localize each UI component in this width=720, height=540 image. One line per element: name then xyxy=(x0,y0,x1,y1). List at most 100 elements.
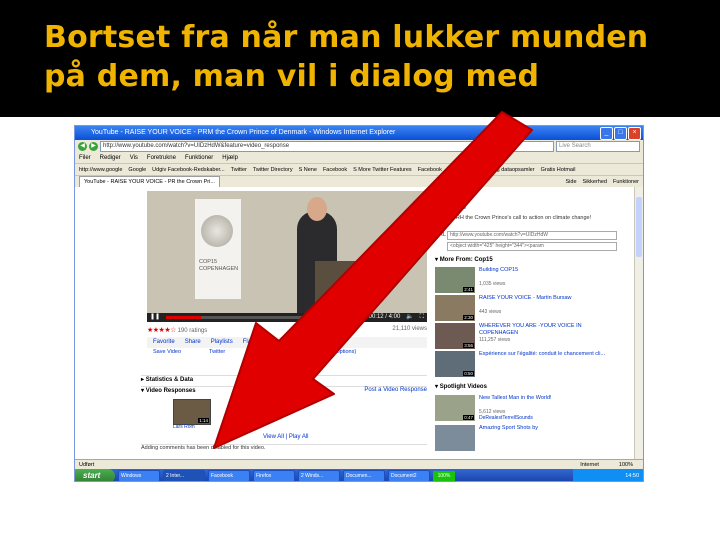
pause-icon[interactable]: ❚❚ xyxy=(150,313,160,322)
save-video-link[interactable]: Save Video xyxy=(153,349,181,355)
taskbar-item[interactable]: Windows xyxy=(118,470,160,481)
taskbar-progress: 100% xyxy=(433,471,455,481)
favorite-link[interactable]: Udgiv Facebook-Redskaber... xyxy=(152,164,224,175)
uploader[interactable]: From: cop15 xyxy=(435,205,466,211)
sidebar: 2009 From: cop15 Watch HRH the Crown Pri… xyxy=(433,187,633,459)
cop15-banner: COP15 COPENHAGEN xyxy=(195,199,241,299)
page-scrollbar[interactable] xyxy=(634,187,643,459)
taskbar-item[interactable]: Documen... xyxy=(343,470,385,481)
list-item[interactable]: 0:50 Expérience sur l'égalité: conduit l… xyxy=(435,351,615,377)
slide-title-line-2: på dem, man vil i dialog med xyxy=(44,59,540,94)
maximize-icon[interactable]: □ xyxy=(614,127,627,140)
more-from-heading[interactable]: ▾ More From: Cop15 xyxy=(435,256,493,263)
favorite-link[interactable]: Personlig xyxy=(448,164,471,175)
view-all-row: View All | Play All xyxy=(263,434,309,440)
embed-field[interactable]: <object width="425" height="344"><param xyxy=(447,242,617,251)
taskbar-item[interactable]: Facebook xyxy=(208,470,250,481)
favorite-link[interactable]: Gratis Hotmail xyxy=(541,164,576,175)
address-input[interactable]: http://www.youtube.com/watch?v=UIDzHdW&f… xyxy=(100,141,554,152)
volume-icon[interactable]: 🔈 xyxy=(406,313,413,322)
start-button[interactable]: start xyxy=(75,469,115,481)
rating-row: ★★★★☆ 190 ratings 21,110 views xyxy=(147,326,427,334)
taskbar-item[interactable]: 2 Winds... xyxy=(298,470,340,481)
taskbar: start Windows 2 Inter... Facebook Firefo… xyxy=(75,469,643,481)
favorite-link[interactable]: S More Twitter Features xyxy=(353,164,412,175)
statistics-section[interactable]: ▸ Statistics & Data xyxy=(141,375,427,383)
taskbar-item[interactable]: Document2 xyxy=(388,470,430,481)
menu-item-view[interactable]: Vis xyxy=(130,153,138,163)
item-title[interactable]: WHEREVER YOU ARE -YOUR VOICE IN COPENHAG… xyxy=(479,323,615,336)
more-share-link[interactable]: (more share options) xyxy=(305,349,356,355)
video-responses-section[interactable]: ▾ Video Responses Post a Video Response xyxy=(141,386,427,394)
favorite-link[interactable]: Facebook xyxy=(323,164,347,175)
minimize-icon[interactable]: _ xyxy=(600,127,613,140)
item-title[interactable]: New Tallest Man in the World! xyxy=(479,395,615,402)
item-user[interactable]: DeRealestTerrellSounds xyxy=(479,415,533,421)
share-options: Save Video Twitter Facebook (more share … xyxy=(147,349,427,355)
scroll-thumb[interactable] xyxy=(636,197,642,257)
rating-stars[interactable]: ★★★★☆ xyxy=(147,327,176,334)
video-thumbnail: 2:30 xyxy=(435,295,475,321)
favorite-link[interactable]: Google xyxy=(128,164,146,175)
list-item[interactable]: 2:41 Building COP15 1,035 views xyxy=(435,267,615,293)
tab-bar: YouTube - RAISE YOUR VOICE - PR the Crow… xyxy=(75,175,643,187)
favorite-link[interactable]: S Nene xyxy=(299,164,317,175)
item-title[interactable]: Building COP15 xyxy=(479,267,615,274)
search-input[interactable]: Live Search xyxy=(556,141,640,152)
spotlight-heading[interactable]: ▾ Spotlight Videos xyxy=(435,383,487,390)
flag-button[interactable]: Flag xyxy=(243,337,255,348)
facebook-link[interactable]: Facebook xyxy=(253,349,277,355)
forward-icon[interactable]: ▶ xyxy=(89,142,98,151)
menu-item-tools[interactable]: Funktioner xyxy=(185,153,213,163)
favorite-link[interactable]: Personlig dataopsamler xyxy=(477,164,535,175)
menu-item-file[interactable]: Filer xyxy=(79,153,91,163)
video-time: 00:12 / 4:00 xyxy=(368,314,401,320)
item-title[interactable]: RAISE YOUR VOICE - Martin Bursaw xyxy=(479,295,615,302)
list-item[interactable]: 0:47 New Tallest Man in the World! 5,612… xyxy=(435,395,615,421)
playlists-button[interactable]: Playlists xyxy=(211,337,233,348)
favorite-link[interactable]: Twitter xyxy=(231,164,247,175)
play-all-link[interactable]: Play All xyxy=(289,434,309,440)
post-response-link[interactable]: Post a Video Response xyxy=(364,387,427,394)
item-title[interactable]: Amazing Sport Shots by xyxy=(479,425,615,432)
video-thumbnail: 0:50 xyxy=(435,351,475,377)
more-from-label: More From: Cop15 xyxy=(439,257,493,263)
list-item[interactable]: 3:56 WHEREVER YOU ARE -YOUR VOICE IN COP… xyxy=(435,323,615,349)
favorite-link[interactable]: Twitter Directory xyxy=(253,164,293,175)
menu-item-edit[interactable]: Rediger xyxy=(100,153,121,163)
video-progress[interactable] xyxy=(166,316,363,319)
video-player[interactable]: COP15 COPENHAGEN xyxy=(147,191,427,313)
duration: 3:56 xyxy=(463,343,474,348)
safety-menu[interactable]: Sikkerhed xyxy=(583,179,607,185)
fullscreen-icon[interactable]: ⛶ xyxy=(420,313,424,322)
view-all-link[interactable]: View All xyxy=(263,434,284,440)
favorites-bar: http://www.google Google Udgiv Facebook-… xyxy=(75,163,643,175)
share-button[interactable]: Share xyxy=(185,337,201,348)
favorite-link[interactable]: Facebook xyxy=(418,164,442,175)
taskbar-item[interactable]: 2 Inter... xyxy=(163,470,205,481)
response-thumbnail[interactable]: 1:14 xyxy=(173,399,211,425)
favorite-button[interactable]: Favorite xyxy=(153,337,175,348)
page-menu[interactable]: Side xyxy=(566,179,577,185)
menu-item-help[interactable]: Hjælp xyxy=(222,153,238,163)
globe-logo-icon xyxy=(201,215,233,247)
menu-item-favorites[interactable]: Foretrukne xyxy=(147,153,176,163)
ratings-count: 190 ratings xyxy=(177,328,208,334)
close-icon[interactable]: × xyxy=(628,127,641,140)
video-thumbnail xyxy=(435,425,475,451)
clock[interactable]: 14:50 xyxy=(625,473,639,479)
list-item[interactable]: 2:30 RAISE YOUR VOICE - Martin Bursaw 44… xyxy=(435,295,615,321)
response-user[interactable]: Lars Rom xyxy=(173,424,195,430)
address-bar-row: ◀ ▶ http://www.youtube.com/watch?v=UIDzH… xyxy=(75,140,643,153)
back-icon[interactable]: ◀ xyxy=(78,142,87,151)
favorite-link[interactable]: http://www.google xyxy=(79,164,122,175)
window-controls: _ □ × xyxy=(600,127,641,140)
list-item[interactable]: Amazing Sport Shots by xyxy=(435,425,615,451)
tab-youtube[interactable]: YouTube - RAISE YOUR VOICE - PR the Crow… xyxy=(79,176,220,187)
item-title[interactable]: Expérience sur l'égalité: conduit le cha… xyxy=(479,351,615,358)
item-views: 1,035 views xyxy=(479,281,506,287)
twitter-link[interactable]: Twitter xyxy=(209,349,225,355)
taskbar-item[interactable]: Firefox xyxy=(253,470,295,481)
tools-menu[interactable]: Funktioner xyxy=(613,179,639,185)
url-field[interactable]: http://www.youtube.com/watch?v=UIDzHdW xyxy=(447,231,617,240)
